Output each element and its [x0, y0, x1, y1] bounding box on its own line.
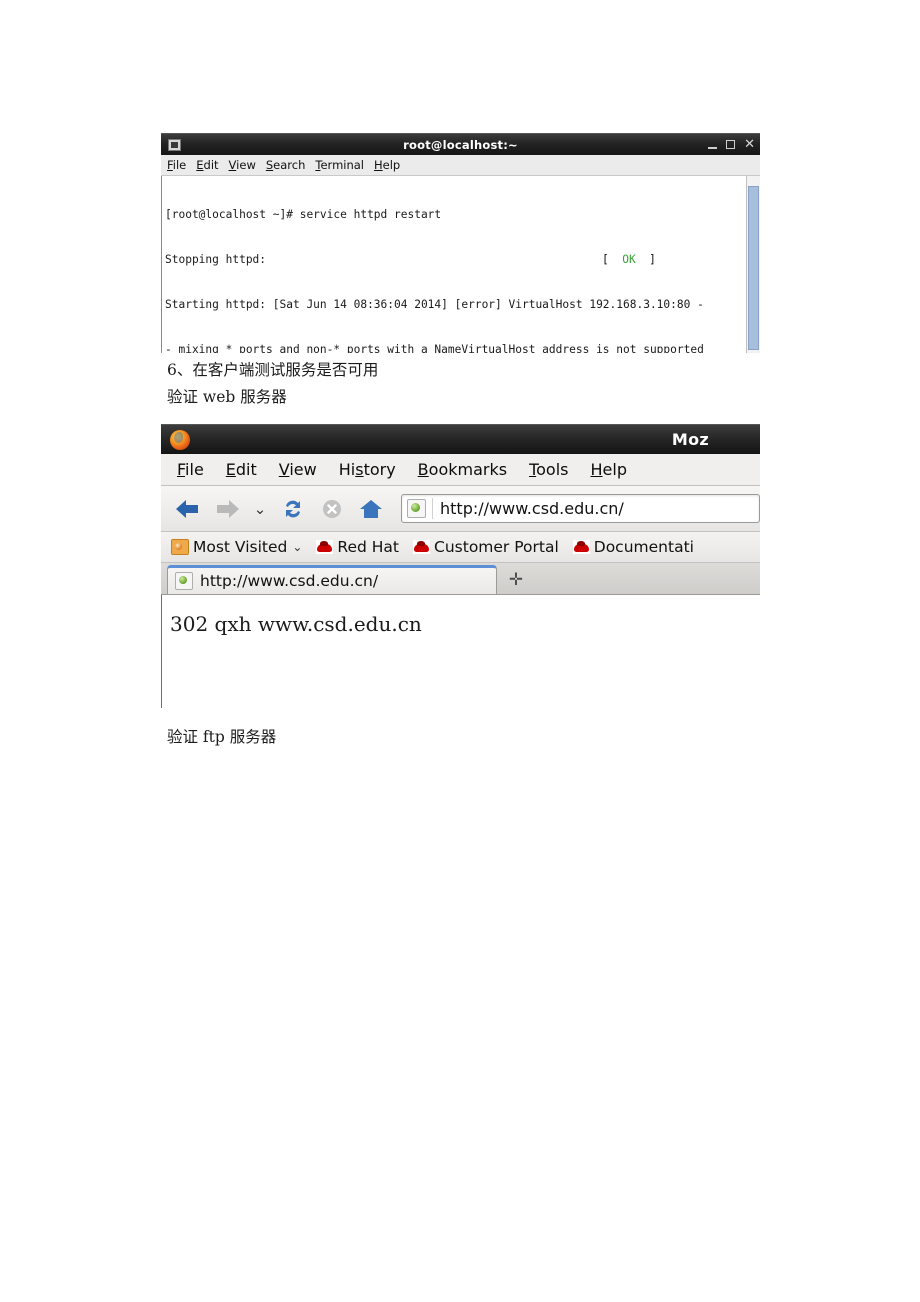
- firefox-title: Moz: [671, 430, 710, 449]
- back-arrow-icon[interactable]: [173, 495, 203, 523]
- site-identity-icon[interactable]: [407, 499, 426, 518]
- terminal-line: - mixing * ports and non-* ports with a …: [165, 342, 746, 353]
- doc-heading-step6: 6、在客户端测试服务是否可用: [167, 361, 379, 379]
- terminal-menubar: File Edit View Search Terminal Help: [161, 155, 760, 176]
- menu-item-help[interactable]: Help: [591, 460, 627, 479]
- minimize-icon[interactable]: [708, 146, 718, 149]
- menu-item-edit[interactable]: Edit: [196, 158, 218, 172]
- terminal-output-area[interactable]: [root@localhost ~]# service httpd restar…: [161, 176, 760, 353]
- bookmark-label: Red Hat: [337, 538, 400, 556]
- terminal-line-text: - mixing * ports and non-* ports with a …: [165, 343, 704, 353]
- url-separator: [432, 498, 433, 519]
- terminal-window: root@localhost:~ ✕ File Edit View Search…: [161, 133, 760, 353]
- menu-item-history[interactable]: History: [339, 460, 396, 479]
- menu-item-edit[interactable]: Edit: [226, 460, 257, 479]
- doc-caption-ftp: 验证 ftp 服务器: [167, 728, 277, 746]
- menu-item-file[interactable]: File: [177, 460, 204, 479]
- bookmark-label: Most Visited: [193, 538, 288, 556]
- bookmark-most-visited[interactable]: Most Visited ⌄: [171, 538, 302, 556]
- folder-icon: [171, 539, 189, 555]
- terminal-line: [root@localhost ~]# service httpd restar…: [165, 207, 746, 222]
- url-input[interactable]: http://www.csd.edu.cn/: [440, 499, 624, 518]
- firefox-window: Moz File Edit View History Bookmarks Too…: [161, 424, 760, 708]
- tab-csd-edu-cn[interactable]: http://www.csd.edu.cn/: [167, 565, 497, 594]
- terminal-scrollbar-thumb[interactable]: [748, 186, 759, 350]
- page-body-text: 302 qxh www.csd.edu.cn: [170, 612, 422, 636]
- bookmark-red-hat[interactable]: Red Hat: [316, 538, 399, 556]
- firefox-titlebar[interactable]: Moz: [161, 424, 760, 454]
- terminal-line-text: [root@localhost ~]# service httpd restar…: [165, 208, 442, 221]
- terminal-text: [root@localhost ~]# service httpd restar…: [165, 177, 746, 353]
- menu-item-search[interactable]: Search: [266, 158, 306, 172]
- doc-caption-web: 验证 web 服务器: [167, 388, 287, 406]
- bookmark-customer-portal[interactable]: Customer Portal: [413, 538, 559, 556]
- new-tab-button[interactable]: ✛: [497, 565, 535, 594]
- stop-icon: [317, 494, 347, 524]
- history-dropdown-icon[interactable]: ⌄: [251, 495, 269, 523]
- terminal-title: root@localhost:~: [403, 137, 518, 152]
- forward-arrow-icon: [212, 495, 242, 523]
- menu-item-help[interactable]: Help: [374, 158, 400, 172]
- terminal-scrollbar[interactable]: [746, 176, 760, 353]
- redhat-icon: [572, 540, 590, 554]
- terminal-line-text: Starting httpd: [Sat Jun 14 08:36:04 201…: [165, 298, 704, 311]
- menu-item-view[interactable]: View: [229, 158, 256, 172]
- menu-item-view[interactable]: View: [279, 460, 317, 479]
- bookmark-label: Documentati: [593, 538, 694, 556]
- terminal-line: Stopping httpd: [ OK ]: [165, 252, 746, 267]
- tab-label: http://www.csd.edu.cn/: [200, 572, 379, 590]
- url-bar[interactable]: http://www.csd.edu.cn/: [401, 494, 760, 523]
- menu-item-tools[interactable]: Tools: [529, 460, 568, 479]
- redhat-icon: [413, 540, 431, 554]
- firefox-menubar: File Edit View History Bookmarks Tools H…: [161, 454, 760, 486]
- menu-item-bookmarks[interactable]: Bookmarks: [418, 460, 507, 479]
- maximize-icon[interactable]: [726, 140, 736, 149]
- terminal-titlebar[interactable]: root@localhost:~ ✕: [161, 133, 760, 155]
- firefox-navigation-toolbar: ⌄ http://www.csd.edu.cn/: [161, 486, 760, 532]
- firefox-tabbar: http://www.csd.edu.cn/ ✛: [161, 563, 760, 595]
- close-icon[interactable]: ✕: [744, 138, 755, 151]
- terminal-line: Starting httpd: [Sat Jun 14 08:36:04 201…: [165, 297, 746, 312]
- redhat-icon: [316, 540, 334, 554]
- status-badge: [ OK ]: [602, 253, 656, 266]
- bookmark-documentation[interactable]: Documentati: [572, 538, 694, 556]
- bookmark-label: Customer Portal: [434, 538, 559, 556]
- terminal-line-text: Stopping httpd:: [165, 253, 267, 266]
- firefox-page-content: 302 qxh www.csd.edu.cn: [161, 595, 760, 708]
- chevron-down-icon[interactable]: ⌄: [292, 540, 302, 554]
- terminal-window-controls: ✕: [708, 134, 758, 155]
- menu-item-file[interactable]: File: [167, 158, 186, 172]
- home-icon[interactable]: [356, 494, 386, 524]
- page-icon: [175, 572, 193, 590]
- reload-icon[interactable]: [278, 494, 308, 524]
- firefox-bookmarks-toolbar: Most Visited ⌄ Red Hat Customer Portal D…: [161, 532, 760, 563]
- menu-item-terminal[interactable]: Terminal: [315, 158, 364, 172]
